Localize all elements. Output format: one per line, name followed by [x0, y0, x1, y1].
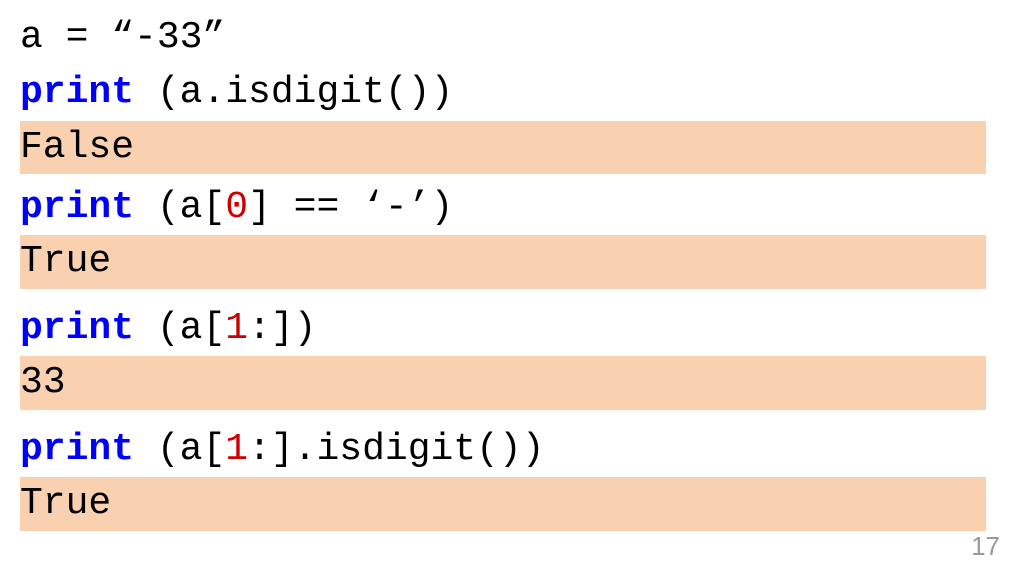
number-literal: 0 [225, 186, 248, 229]
output-line-2: True [20, 235, 986, 289]
output-text: False [20, 126, 134, 169]
output-line-1: False [20, 121, 986, 175]
code-rest: (a.isdigit()) [134, 71, 453, 114]
number-literal: 1 [225, 307, 248, 350]
keyword-print: print [20, 71, 134, 114]
code-line-3: print (a[0] == ‘-’) [20, 180, 1024, 235]
string-literal: “-33” [111, 16, 225, 59]
output-text: True [20, 240, 111, 283]
keyword-print: print [20, 428, 134, 471]
page-number: 17 [971, 531, 1000, 562]
code-part: (a[ [134, 186, 225, 229]
code-line-1: a = “-33” [20, 10, 1024, 65]
keyword-print: print [20, 186, 134, 229]
output-text: True [20, 482, 111, 525]
code-part: ) [431, 186, 454, 229]
assign-text: a = [20, 16, 111, 59]
output-text: 33 [20, 361, 66, 404]
keyword-print: print [20, 307, 134, 350]
code-part: :].isdigit()) [248, 428, 544, 471]
number-literal: 1 [225, 428, 248, 471]
code-line-4: print (a[1:]) [20, 301, 1024, 356]
string-literal: ‘-’ [362, 186, 430, 229]
code-part: (a[ [134, 428, 225, 471]
code-line-5: print (a[1:].isdigit()) [20, 422, 1024, 477]
output-line-4: True [20, 477, 986, 531]
code-part: ] == [248, 186, 362, 229]
output-line-3: 33 [20, 356, 986, 410]
code-line-2: print (a.isdigit()) [20, 65, 1024, 120]
code-part: (a[ [134, 307, 225, 350]
code-part: :]) [248, 307, 316, 350]
